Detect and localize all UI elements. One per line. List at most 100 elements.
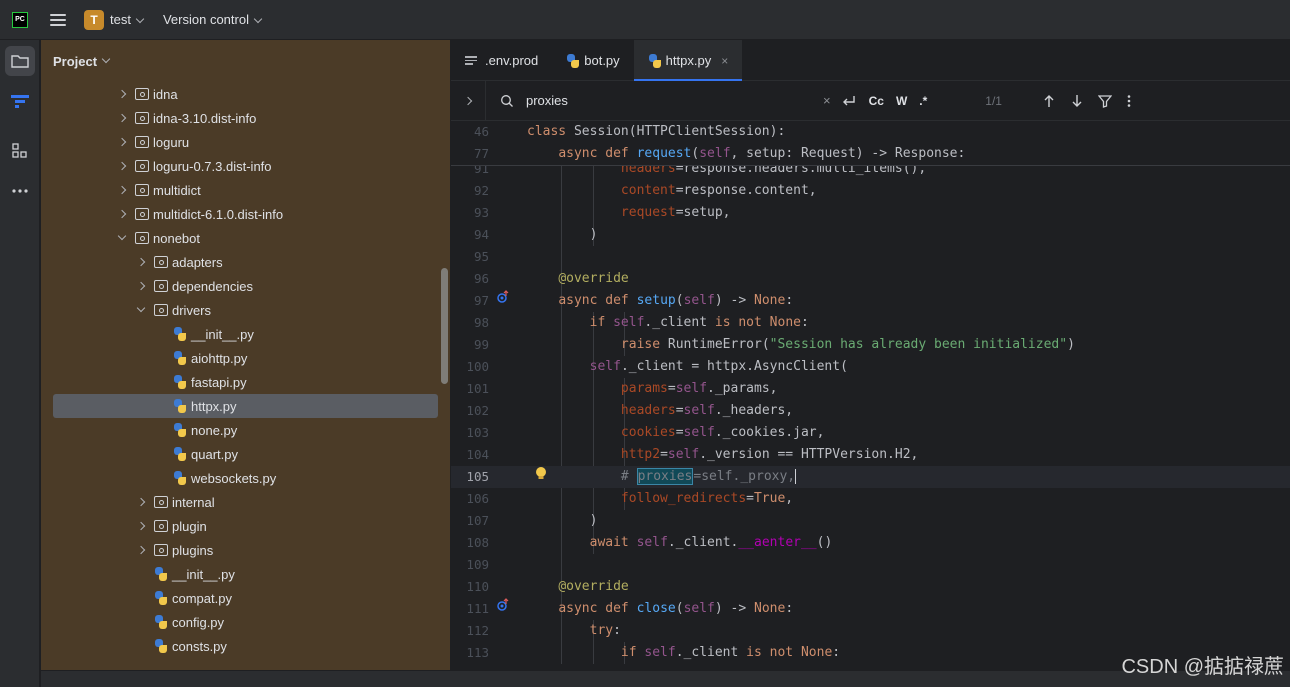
regex-toggle[interactable]: .* xyxy=(919,94,927,108)
chevron-right-icon[interactable] xyxy=(117,209,127,219)
match-case-toggle[interactable]: Cc xyxy=(869,94,884,108)
tab-bot-py[interactable]: bot.py xyxy=(552,40,633,81)
project-scrollbar[interactable] xyxy=(441,268,448,384)
pycharm-logo-icon[interactable]: PC xyxy=(12,11,28,28)
tree-indent xyxy=(41,545,154,555)
chevron-right-icon[interactable] xyxy=(117,185,127,195)
code-line[interactable]: 94 ) xyxy=(451,224,1290,246)
line-number: 112 xyxy=(466,623,489,638)
code-line[interactable]: 108 await self._client.__aenter__() xyxy=(451,532,1290,554)
vcs-widget[interactable]: Version control xyxy=(163,12,263,27)
override-marker-icon[interactable] xyxy=(495,290,511,312)
tree-folder[interactable]: multidict xyxy=(41,178,450,202)
tree-folder[interactable]: dependencies xyxy=(41,274,450,298)
more-tool-button[interactable] xyxy=(5,176,35,206)
tree-indent xyxy=(41,113,135,123)
tree-folder[interactable]: plugins xyxy=(41,538,450,562)
code-line[interactable]: 106 follow_redirects=True, xyxy=(451,488,1290,510)
project-badge[interactable]: T xyxy=(84,9,104,30)
tab-env-prod[interactable]: .env.prod xyxy=(451,40,552,81)
code-line[interactable]: 103 cookies=self._cookies.jar, xyxy=(451,422,1290,444)
code-text: params=self._params, xyxy=(620,381,778,396)
tree-file[interactable]: aiohttp.py xyxy=(41,346,450,370)
tree-folder[interactable]: plugin xyxy=(41,514,450,538)
tree-folder[interactable]: idna xyxy=(41,82,450,106)
tree-folder[interactable]: internal xyxy=(41,490,450,514)
tab-label: bot.py xyxy=(584,53,620,68)
clear-search-icon[interactable]: × xyxy=(823,93,831,108)
tree-file[interactable]: config.py xyxy=(41,610,450,634)
filter-icon[interactable] xyxy=(1097,94,1112,108)
more-options-icon[interactable] xyxy=(1126,94,1132,108)
current-code-line[interactable]: 105 # proxies=self._proxy, xyxy=(451,466,1290,488)
code-line[interactable]: 107 ) xyxy=(451,510,1290,532)
sticky-lines-header[interactable]: 46 class Session(HTTPClientSession): 77 as… xyxy=(451,121,1290,165)
tree-file[interactable]: websockets.py xyxy=(41,466,450,490)
tree-file[interactable]: __init__.py xyxy=(41,562,450,586)
commit-tool-button[interactable] xyxy=(5,86,35,116)
tree-folder[interactable]: nonebot xyxy=(41,226,450,250)
tree-folder[interactable]: adapters xyxy=(41,250,450,274)
tree-folder[interactable]: loguru xyxy=(41,130,450,154)
project-tool-button[interactable] xyxy=(5,46,35,76)
tree-file[interactable]: __init__.py xyxy=(41,322,450,346)
code-line[interactable]: 112 try: xyxy=(451,620,1290,642)
code-line[interactable]: 77 async def request(self, setup: Reques… xyxy=(451,143,1290,165)
tree-folder[interactable]: idna-3.10.dist-info xyxy=(41,106,450,130)
code-line[interactable]: 109 xyxy=(451,554,1290,576)
project-switcher[interactable]: test xyxy=(110,12,145,27)
code-line[interactable]: 95 xyxy=(451,246,1290,268)
project-panel-header[interactable]: Project xyxy=(41,40,450,82)
chevron-down-icon[interactable] xyxy=(136,303,146,313)
code-text: request=setup, xyxy=(620,205,731,220)
new-line-icon[interactable] xyxy=(841,94,857,108)
code-line[interactable]: 98 if self._client is not None: xyxy=(451,312,1290,334)
chevron-right-icon[interactable] xyxy=(117,137,127,147)
tree-folder[interactable]: drivers xyxy=(41,298,450,322)
chevron-down-icon[interactable] xyxy=(117,231,127,241)
code-line[interactable]: 93 request=setup, xyxy=(451,202,1290,224)
chevron-right-icon[interactable] xyxy=(136,497,146,507)
chevron-right-icon[interactable] xyxy=(117,113,127,123)
chevron-right-icon[interactable] xyxy=(136,545,146,555)
code-editor[interactable]: 91 headers=response.headers.multi_items(… xyxy=(451,121,1290,670)
code-line[interactable]: 99 raise RuntimeError("Session has alrea… xyxy=(451,334,1290,356)
tree-file[interactable]: quart.py xyxy=(41,442,450,466)
tree-file[interactable]: httpx.py xyxy=(41,394,450,418)
tree-file[interactable]: consts.py xyxy=(41,634,450,658)
chevron-right-icon[interactable] xyxy=(136,257,146,267)
code-line[interactable]: 102 headers=self._headers, xyxy=(451,400,1290,422)
code-line[interactable]: 111 async def close(self) -> None: xyxy=(451,598,1290,620)
code-line[interactable]: 110 @override xyxy=(451,576,1290,598)
close-tab-icon[interactable]: × xyxy=(721,54,728,68)
tree-folder[interactable]: loguru-0.7.3.dist-info xyxy=(41,154,450,178)
find-expand-toggle[interactable] xyxy=(451,96,485,105)
code-line[interactable]: 104 http2=self._version == HTTPVersion.H… xyxy=(451,444,1290,466)
code-line[interactable]: 101 params=self._params, xyxy=(451,378,1290,400)
tab-httpx-py[interactable]: httpx.py × xyxy=(633,40,743,81)
tree-file[interactable]: fastapi.py xyxy=(41,370,450,394)
arrow-down-icon[interactable] xyxy=(1070,94,1084,108)
chevron-right-icon[interactable] xyxy=(136,521,146,531)
override-marker-icon[interactable] xyxy=(495,598,511,620)
main-menu-icon[interactable] xyxy=(50,13,66,26)
chevron-right-icon[interactable] xyxy=(117,161,127,171)
chevron-right-icon[interactable] xyxy=(136,281,146,291)
arrow-up-icon[interactable] xyxy=(1042,94,1056,108)
search-input[interactable]: proxies xyxy=(485,80,825,121)
code-line[interactable]: 97 async def setup(self) -> None: xyxy=(451,290,1290,312)
line-number: 92 xyxy=(473,183,489,198)
chevron-down-icon xyxy=(101,54,111,64)
whole-word-toggle[interactable]: W xyxy=(896,94,907,108)
code-line[interactable]: 46 class Session(HTTPClientSession): xyxy=(451,121,1290,143)
code-line[interactable]: 100 self._client = httpx.AsyncClient( xyxy=(451,356,1290,378)
panel-title: Project xyxy=(53,53,98,69)
chevron-right-icon[interactable] xyxy=(117,89,127,99)
tree-folder[interactable]: multidict-6.1.0.dist-info xyxy=(41,202,450,226)
code-line[interactable]: 92 content=response.content, xyxy=(451,180,1290,202)
tree-file[interactable]: compat.py xyxy=(41,586,450,610)
code-line[interactable]: 96 @override xyxy=(451,268,1290,290)
tree-file[interactable]: none.py xyxy=(41,418,450,442)
structure-tool-button[interactable] xyxy=(5,136,35,166)
find-navigation xyxy=(1042,94,1132,108)
